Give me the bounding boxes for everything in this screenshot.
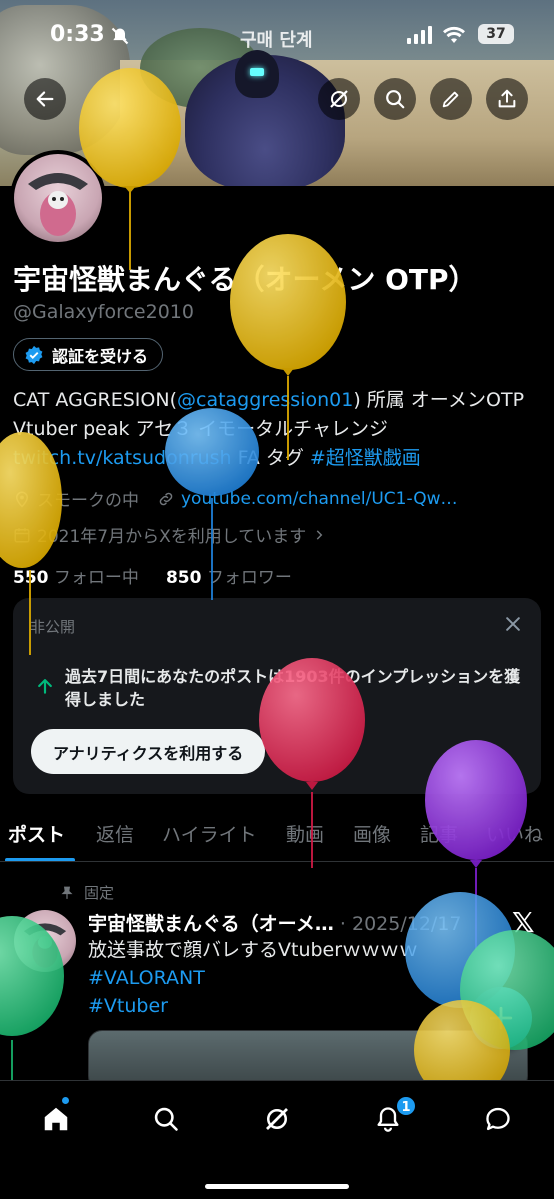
location-pin-icon (15, 491, 29, 508)
following-label: フォロー中 (53, 568, 139, 588)
follow-counts: 550 フォロー中 850 フォロワー (13, 563, 292, 588)
profile-handle: @Galaxyforce2010 (13, 301, 194, 323)
search-icon (386, 90, 405, 109)
nav-home[interactable] (34, 1097, 78, 1141)
status-bar: 0:33 37 (0, 22, 554, 52)
followers-label: フォロワー (206, 568, 292, 588)
calendar-icon (14, 527, 30, 542)
verified-badge-icon (25, 345, 43, 364)
avatar-illustration (28, 173, 88, 236)
active-tab-indicator (5, 858, 75, 861)
grok-icon (266, 1108, 288, 1130)
tab-articles[interactable]: 記事 (420, 820, 458, 847)
impressions-message: 過去7日間にあなたのポストは1903件のインプレッションを獲得しました (65, 667, 521, 709)
following-link[interactable]: 550 フォロー中 (13, 568, 139, 588)
profile-website-link[interactable]: youtube.com/channel/UC1-Qw… (181, 489, 458, 509)
pin-icon (61, 886, 73, 899)
x-logo-icon: 𝕏 (512, 906, 535, 939)
profile-display-name: 宇宙怪獣まんぐる（オーメン OTP） (13, 263, 477, 296)
bio-text-3: FA タグ (231, 447, 310, 469)
analytics-card: 非公開 過去7日間にあなたのポストは1903件のインプレッションを獲得しました … (13, 598, 541, 794)
following-count: 550 (13, 568, 49, 588)
profile-location: スモークの中 (37, 491, 139, 511)
back-button[interactable] (24, 78, 66, 120)
tab-videos[interactable]: 動画 (286, 820, 324, 847)
notifications-badge: 1 (395, 1095, 417, 1117)
private-label: 非公開 (30, 618, 76, 636)
profile-joined-row[interactable]: 2021年7月からXを利用しています (13, 522, 326, 547)
close-icon (506, 617, 520, 631)
bottom-navigation: 1 (0, 1080, 554, 1199)
home-icon (44, 1107, 68, 1131)
profile-tabs: ポスト 返信 ハイライト 動画 画像 記事 いいね (0, 806, 554, 862)
silent-bell-icon (110, 26, 130, 50)
wifi-icon (442, 25, 466, 49)
bio-hashtag-link[interactable]: #超怪獣戯画 (310, 447, 421, 469)
post-hashtag-valorant[interactable]: #VALORANT (88, 964, 418, 992)
post-text: 放送事故で顔バレするVtuberｗｗｗｗ (88, 939, 419, 961)
pinned-indicator: 固定 (60, 882, 114, 903)
get-verified-button[interactable]: 認証を受ける (13, 338, 164, 371)
battery-indicator: 37 (478, 24, 514, 44)
close-card-button[interactable] (503, 614, 523, 638)
home-unread-dot (62, 1097, 69, 1104)
bio-mention-link[interactable]: @cataggression01 (177, 389, 353, 411)
followers-link[interactable]: 850 フォロワー (166, 568, 292, 588)
search-button[interactable] (374, 78, 416, 120)
grok-button[interactable] (318, 78, 360, 120)
followers-count: 850 (165, 568, 202, 588)
avatar-illustration (23, 923, 67, 968)
profile-joined-date: 2021年7月からXを利用しています (37, 527, 307, 547)
nav-search[interactable] (144, 1097, 188, 1141)
home-indicator (205, 1184, 349, 1189)
plus-icon (489, 1006, 513, 1030)
pencil-icon (442, 91, 459, 108)
tab-images[interactable]: 画像 (353, 820, 391, 847)
back-arrow-icon (36, 91, 54, 107)
post-header: 宇宙怪獣まんぐる（オーメ… · 2025/12/17 (88, 909, 528, 936)
message-bubble-icon (486, 1107, 510, 1131)
post-hashtag-vtuber[interactable]: #Vtuber (88, 992, 418, 1020)
bio-text-1: CAT AGGRESION( (13, 389, 177, 411)
pinned-label: 固定 (84, 884, 115, 902)
trend-up-icon (35, 676, 55, 700)
search-icon (154, 1107, 178, 1131)
get-verified-label: 認証を受ける (52, 346, 149, 366)
status-time: 0:33 (50, 22, 105, 47)
profile-avatar[interactable] (10, 150, 106, 246)
link-icon (159, 492, 173, 505)
tab-posts[interactable]: ポスト (8, 820, 65, 847)
edit-profile-button[interactable] (430, 78, 472, 120)
bio-twitch-link[interactable]: twitch.tv/katsudonrush (13, 447, 232, 469)
profile-bio: CAT AGGRESION(@cataggression01) 所属 オーメンO… (13, 386, 543, 473)
share-icon (498, 89, 516, 108)
tab-highlights[interactable]: ハイライト (162, 820, 257, 847)
nav-grok[interactable] (255, 1097, 299, 1141)
nav-messages[interactable] (476, 1097, 520, 1141)
profile-meta-row: スモークの中 youtube.com/channel/UC1-Qw… (13, 486, 458, 511)
tab-likes[interactable]: いいね (486, 820, 543, 847)
post-author-avatar[interactable] (14, 910, 76, 972)
banner-character-eye (250, 68, 264, 76)
post-body: 放送事故で顔バレするVtuberｗｗｗｗ #VALORANT #Vtuber (88, 936, 418, 1020)
use-analytics-button[interactable]: アナリティクスを利用する (31, 729, 266, 774)
compose-post-button[interactable] (470, 987, 532, 1049)
cellular-signal-icon (407, 26, 432, 44)
tab-replies[interactable]: 返信 (96, 820, 134, 847)
chevron-right-icon (316, 529, 323, 540)
post-date: · 2025/12/17 (339, 913, 462, 935)
grok-icon (330, 90, 348, 108)
post-author-name[interactable]: 宇宙怪獣まんぐる（オーメ… (88, 913, 334, 935)
share-button[interactable] (486, 78, 528, 120)
